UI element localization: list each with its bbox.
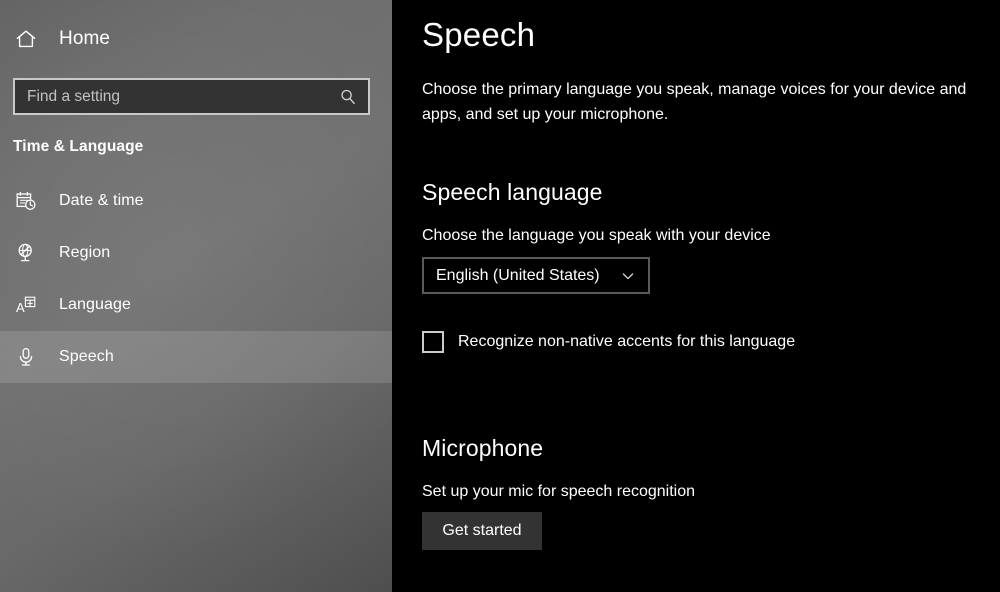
sidebar-category-title: Time & Language [13,138,144,155]
non-native-accents-checkbox-row[interactable]: Recognize non-native accents for this la… [422,331,1000,353]
sidebar-item-speech[interactable]: Speech [0,331,392,383]
home-icon [12,25,40,53]
sidebar-nav: Date & time Region A Language Speech [0,175,392,383]
page-description: Choose the primary language you speak, m… [422,81,967,123]
section-heading-speech-language: Speech language [422,179,603,205]
language-icon: A [12,291,40,319]
svg-text:A: A [16,300,25,315]
speech-language-dropdown-value: English (United States) [436,266,600,284]
sidebar-item-date-time[interactable]: Date & time [0,175,392,227]
non-native-accents-checkbox[interactable] [422,331,444,353]
get-started-button[interactable]: Get started [422,512,542,550]
chevron-down-icon [620,268,636,284]
sidebar-item-home[interactable]: Home [0,19,392,59]
sidebar-item-label: Region [59,244,111,261]
sidebar: Home Time & Language [0,0,392,592]
sidebar-item-language[interactable]: A Language [0,279,392,331]
microphone-icon [12,343,40,371]
search-input[interactable] [27,80,338,113]
sidebar-item-label: Date & time [59,192,144,209]
section-heading-microphone: Microphone [422,435,544,461]
globe-icon [12,239,40,267]
sidebar-item-label: Language [59,296,131,313]
speech-language-subtext: Choose the language you speak with your … [422,227,771,244]
microphone-subtext: Set up your mic for speech recognition [422,483,696,500]
search-box[interactable] [13,78,370,115]
sidebar-item-region[interactable]: Region [0,227,392,279]
non-native-accents-label: Recognize non-native accents for this la… [458,333,796,350]
speech-language-dropdown[interactable]: English (United States) [422,257,650,294]
search-icon[interactable] [338,87,358,107]
settings-window: Home Time & Language [0,0,1000,592]
calendar-clock-icon [12,187,40,215]
page-title: Speech [422,16,536,53]
sidebar-item-label: Speech [59,348,114,365]
home-label: Home [59,28,111,49]
content-pane: Speech Choose the primary language you s… [392,0,1000,592]
